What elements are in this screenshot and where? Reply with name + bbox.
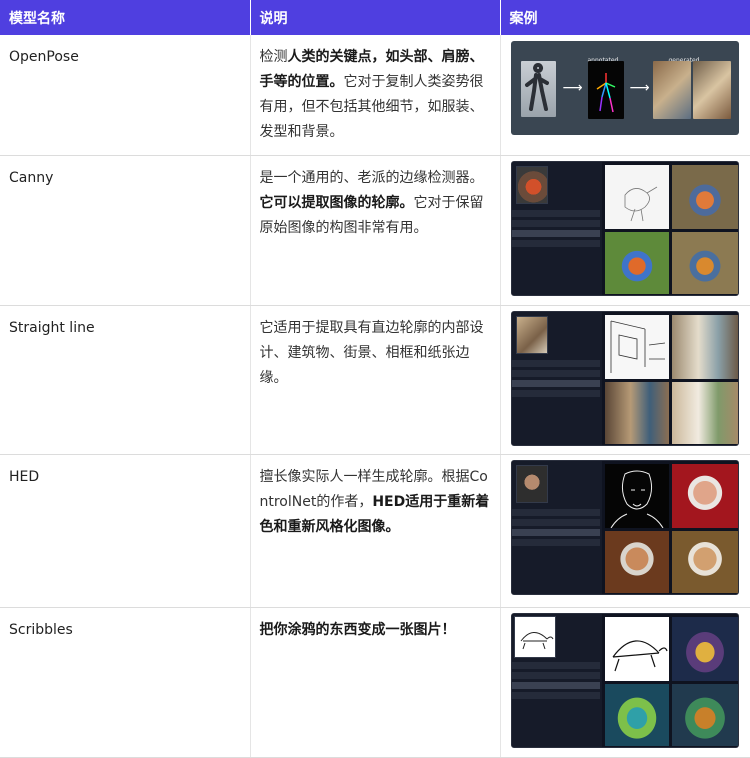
generated-room-1 (670, 314, 738, 380)
model-description: 擅长像实际人一样生成轮廓。根据ControlNet的作者，HED适用于重新着色和… (260, 465, 491, 540)
model-name: OpenPose (9, 49, 79, 65)
input-thumbnail (515, 465, 548, 503)
generated-photo-1 (652, 61, 691, 119)
annotated-pose-image (587, 61, 624, 119)
canny-edge-map (603, 164, 670, 230)
input-scribble-thumbnail (513, 616, 556, 658)
input-thumbnail (515, 166, 548, 204)
model-description: 把你涂鸦的东西变成一张图片！ (260, 618, 491, 643)
arrow-right-icon: ⟶ (629, 80, 650, 96)
input-thumbnail (515, 316, 548, 354)
scribble-input-large (603, 616, 670, 682)
description-text-run: 把你涂鸦的东西变成一张图片！ (259, 622, 456, 638)
table-row: Scribbles 把你涂鸦的东西变成一张图片！ (0, 607, 750, 758)
generated-portrait-3 (670, 530, 738, 594)
original-photo (520, 61, 556, 117)
generated-portrait-1 (670, 463, 738, 529)
model-description: 检测人类的关键点，如头部、肩膀、手等的位置。它对于复制人类姿势很有用，但不包括其… (260, 45, 491, 145)
generated-bird-2 (603, 231, 670, 295)
model-description: 是一个通用的、老派的边缘检测器。它可以提取图像的轮廓。它对于保留原始图像的构图非… (260, 166, 491, 241)
arrow-right-icon: ⟶ (562, 80, 583, 96)
model-description: 它适用于提取具有直边轮廓的内部设计、建筑物、街景、相框和纸张边缘。 (260, 316, 491, 391)
table-header-row: 模型名称 说明 案例 (0, 0, 750, 35)
generated-photo-2 (692, 61, 731, 119)
generated-bird-1 (670, 164, 738, 230)
header-example: 案例 (500, 0, 750, 35)
description-text-run: 检测 (259, 49, 288, 65)
model-name: HED (9, 469, 40, 485)
generated-room-2 (603, 381, 670, 445)
header-model-name: 模型名称 (0, 0, 251, 35)
table-row: OpenPose 检测人类的关键点，如头部、肩膀、手等的位置。它对于复制人类姿势… (0, 35, 750, 156)
straight-line-example-image (510, 311, 739, 446)
model-name: Canny (9, 170, 54, 186)
hed-edge-map (603, 463, 670, 529)
generated-bird-3 (670, 231, 738, 295)
table-row: Canny 是一个通用的、老派的边缘检测器。它可以提取图像的轮廓。它对于保留原始… (0, 155, 750, 306)
canny-example-image (510, 161, 739, 296)
generated-portrait-2 (603, 530, 670, 594)
generated-room-3 (670, 381, 738, 445)
hed-example-image (510, 460, 739, 595)
openpose-example-image: original annotated generated ⟶ (510, 41, 739, 135)
generated-turtle-2 (603, 683, 670, 747)
controlnet-model-table: 模型名称 说明 案例 OpenPose 检测人类的关键点，如头部、肩膀、手等的位… (0, 0, 750, 758)
header-description: 说明 (250, 0, 501, 35)
table-row: HED 擅长像实际人一样生成轮廓。根据ControlNet的作者，HED适用于重… (0, 454, 750, 608)
generated-turtle-3 (670, 683, 738, 747)
description-text-run: 它适用于提取具有直边轮廓的内部设计、建筑物、街景、相框和纸张边缘。 (259, 320, 484, 386)
description-text-run: 它可以提取图像的轮廓。 (259, 195, 414, 211)
table-row: Straight line 它适用于提取具有直边轮廓的内部设计、建筑物、街景、相… (0, 305, 750, 455)
generated-turtle-1 (670, 616, 738, 682)
line-map (603, 314, 670, 380)
description-text-run: 是一个通用的、老派的边缘检测器。 (259, 170, 484, 186)
model-name: Scribbles (9, 622, 73, 638)
scribbles-example-image (510, 613, 739, 748)
model-name: Straight line (9, 320, 95, 336)
